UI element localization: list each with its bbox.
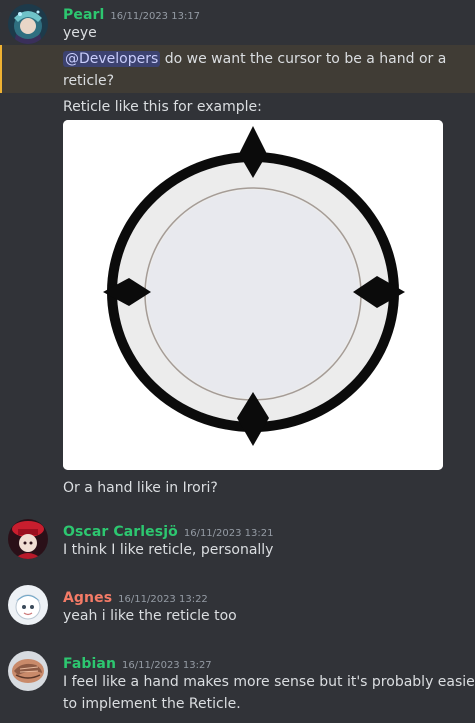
message-group-oscar: Oscar Carlesjö 16/11/2023 13:21 I think I… xyxy=(0,515,475,575)
message-header-pearl: Pearl 16/11/2023 13:17 xyxy=(63,4,200,23)
avatar-agnes[interactable] xyxy=(8,585,48,625)
message-text-continued: reticle? xyxy=(63,73,115,89)
message-text: I feel like a hand makes more sense but … xyxy=(63,674,475,690)
avatar-agnes-image xyxy=(8,585,48,625)
avatar-oscar[interactable] xyxy=(8,519,48,559)
message-header-agnes: Agnes 16/11/2023 13:22 xyxy=(63,587,208,606)
avatar-pearl-image xyxy=(8,4,48,44)
message-text-part: do we want the cursor to be a hand or a xyxy=(160,51,447,67)
mention-highlight-bar xyxy=(0,45,2,93)
username[interactable]: Oscar Carlesjö xyxy=(63,524,178,540)
timestamp: 16/11/2023 13:21 xyxy=(183,528,274,539)
message-text: I think I like reticle, personally xyxy=(63,542,274,558)
message-group-pearl: Pearl 16/11/2023 13:17 yeye @Developers d… xyxy=(0,0,475,500)
username[interactable]: Agnes xyxy=(63,590,112,606)
username[interactable]: Pearl xyxy=(63,7,104,23)
message-text-after-image: Or a hand like in Irori? xyxy=(63,480,218,496)
username[interactable]: Fabian xyxy=(63,656,116,672)
message-text-mention: @Developers do we want the cursor to be … xyxy=(63,48,446,70)
avatar-oscar-image xyxy=(8,519,48,559)
avatar-fabian[interactable] xyxy=(8,651,48,691)
avatar-fabian-image xyxy=(8,651,48,691)
avatar-pearl[interactable] xyxy=(8,4,48,44)
message-text: yeye xyxy=(63,25,97,41)
timestamp: 16/11/2023 13:17 xyxy=(110,11,201,22)
role-mention[interactable]: @Developers xyxy=(63,51,161,67)
image-attachment[interactable] xyxy=(63,120,443,470)
message-header-fabian: Fabian 16/11/2023 13:27 xyxy=(63,653,212,672)
message-header-oscar: Oscar Carlesjö 16/11/2023 13:21 xyxy=(63,521,273,540)
message-group-agnes: Agnes 16/11/2023 13:22 yeah i like the re… xyxy=(0,581,475,641)
message-group-fabian: Fabian 16/11/2023 13:27 I feel like a han… xyxy=(0,647,475,723)
message-text-continued: to implement the Reticle. xyxy=(63,696,241,712)
message-text: yeah i like the reticle too xyxy=(63,608,237,624)
timestamp: 16/11/2023 13:27 xyxy=(122,660,212,671)
image-caption: Reticle like this for example: xyxy=(63,99,262,115)
reticle-image xyxy=(63,120,443,470)
timestamp: 16/11/2023 13:22 xyxy=(118,594,208,605)
